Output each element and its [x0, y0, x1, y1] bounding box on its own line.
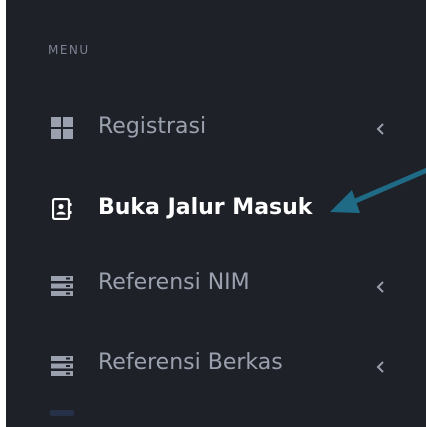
screenshot-frame: MENU Registrasi Buka Jalur Masuk Referen…: [0, 0, 426, 427]
chevron-left-icon: [376, 281, 384, 293]
sidebar-item-label: Referensi NIM: [98, 270, 250, 295]
sidebar-item-registrasi[interactable]: Registrasi: [6, 100, 426, 160]
sidebar-item-referensi-berkas[interactable]: Referensi Berkas: [6, 336, 426, 396]
next-item-peek: [50, 410, 74, 416]
sidebar: MENU Registrasi Buka Jalur Masuk Referen…: [6, 0, 426, 427]
sidebar-item-label: Buka Jalur Masuk: [98, 195, 313, 220]
menu-section-header: MENU: [48, 43, 90, 57]
chevron-left-icon: [376, 123, 384, 135]
server-list-icon: [51, 276, 73, 296]
sidebar-item-label: Referensi Berkas: [98, 350, 283, 375]
sidebar-item-referensi-nim[interactable]: Referensi NIM: [6, 256, 426, 316]
chevron-left-icon: [376, 361, 384, 373]
dashboard-grid-icon: [51, 117, 73, 139]
server-list-icon: [51, 356, 73, 376]
sidebar-item-buka-jalur-masuk[interactable]: Buka Jalur Masuk: [6, 180, 426, 240]
sidebar-item-label: Registrasi: [98, 114, 207, 139]
contact-card-icon: [52, 198, 72, 220]
